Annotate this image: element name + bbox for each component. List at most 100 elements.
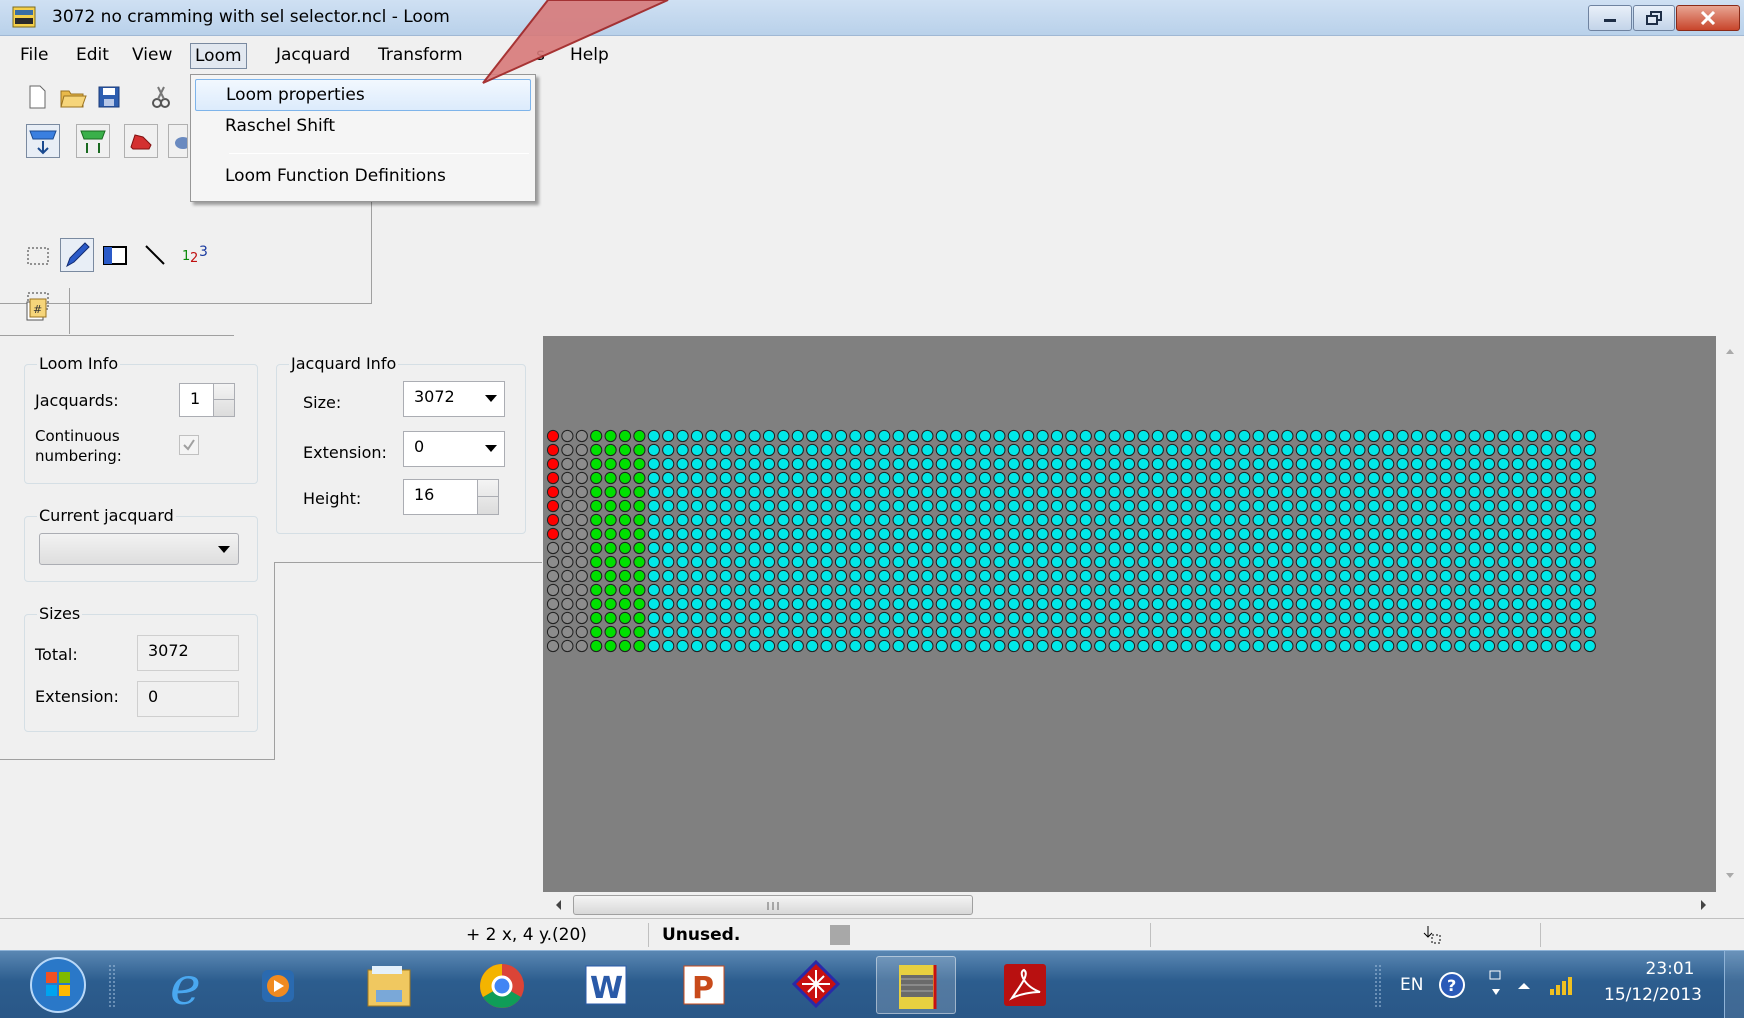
grid-cell-cyan[interactable] [1223, 569, 1236, 583]
grid-cell-cyan[interactable] [1468, 583, 1481, 597]
grid-cell-cyan[interactable] [1266, 499, 1280, 513]
grid-cell-cyan[interactable] [647, 625, 660, 639]
grid-cell-cyan[interactable] [1036, 625, 1049, 639]
grid-cell-cyan[interactable] [820, 527, 833, 541]
grid-cell-cyan[interactable] [1540, 443, 1553, 457]
grid-cell-cyan[interactable] [1238, 429, 1251, 443]
grid-cell-cyan[interactable] [1295, 457, 1308, 471]
grid-cell-cyan[interactable] [1151, 597, 1164, 611]
grid-cell-cyan[interactable] [1396, 597, 1409, 611]
grid-cell-cyan[interactable] [791, 443, 804, 457]
grid-cell-cyan[interactable] [1252, 611, 1265, 625]
grid-cell-cyan[interactable] [1266, 597, 1280, 611]
grid-cell-cyan[interactable] [719, 639, 732, 653]
loom-tool-1-button[interactable] [26, 124, 60, 158]
grid-cell-cyan[interactable] [1281, 541, 1294, 555]
grid-cell-cyan[interactable] [690, 541, 704, 555]
grid-cell-cyan[interactable] [734, 583, 747, 597]
grid-cell-cyan[interactable] [978, 541, 992, 555]
grid-cell-cyan[interactable] [1569, 457, 1582, 471]
grid-cell-cyan[interactable] [1497, 443, 1510, 457]
grid-cell-cyan[interactable] [863, 429, 876, 443]
grid-cell-cyan[interactable] [1540, 485, 1553, 499]
grid-cell-cyan[interactable] [806, 429, 819, 443]
grid-cell-cyan[interactable] [1526, 583, 1539, 597]
scroll-left-icon[interactable] [549, 892, 569, 918]
grid-cell-cyan[interactable] [1122, 457, 1136, 471]
grid-cell-cyan[interactable] [1468, 457, 1481, 471]
grid-cell-cyan[interactable] [1050, 569, 1064, 583]
grid-cell-cyan[interactable] [1468, 471, 1481, 485]
grid-cell-cyan[interactable] [1425, 485, 1438, 499]
grid-cell-cyan[interactable] [1036, 485, 1049, 499]
grid-cell-cyan[interactable] [762, 583, 776, 597]
grid-cell-cyan[interactable] [1382, 625, 1395, 639]
grid-cell-cyan[interactable] [1065, 457, 1078, 471]
grid-cell-cyan[interactable] [1050, 443, 1064, 457]
grid-cell-cyan[interactable] [1036, 471, 1049, 485]
grid-cell-cyan[interactable] [1497, 471, 1510, 485]
grid-cell-cyan[interactable] [1410, 611, 1424, 625]
grid-cell-cyan[interactable] [762, 457, 776, 471]
size-chevron-down-icon[interactable] [485, 395, 497, 402]
grid-cell-cyan[interactable] [993, 541, 1006, 555]
grid-cell-cyan[interactable] [647, 555, 660, 569]
grid-cell-cyan[interactable] [791, 527, 804, 541]
grid-cell-cyan[interactable] [1295, 625, 1308, 639]
grid-cell-cyan[interactable] [690, 555, 704, 569]
taskbar-word-button[interactable]: W [568, 956, 648, 1014]
grid-cell-cyan[interactable] [921, 429, 934, 443]
grid-cell-cyan[interactable] [863, 639, 876, 653]
grid-cell-cyan[interactable] [1209, 541, 1222, 555]
grid-cell-cyan[interactable] [734, 485, 747, 499]
clock-time[interactable]: 23:01 [1632, 959, 1708, 979]
grid-cell-cyan[interactable] [1007, 583, 1020, 597]
grid-cell-cyan[interactable] [863, 471, 876, 485]
grid-cell-cyan[interactable] [863, 527, 876, 541]
grid-cell-cyan[interactable] [1454, 639, 1467, 653]
grid-cell-green[interactable] [604, 611, 617, 625]
grid-cell-cyan[interactable] [935, 527, 948, 541]
grid-cell-cyan[interactable] [1511, 513, 1524, 527]
grid-cell-green[interactable] [604, 555, 617, 569]
grid-cell-cyan[interactable] [820, 457, 833, 471]
grid-cell-cyan[interactable] [1310, 597, 1323, 611]
grid-cell-cyan[interactable] [906, 457, 920, 471]
grid-cell-cyan[interactable] [791, 471, 804, 485]
grid-cell-cyan[interactable] [849, 429, 862, 443]
grid-cell-cyan[interactable] [863, 583, 876, 597]
grid-cell-cyan[interactable] [748, 443, 761, 457]
grid-cell-cyan[interactable] [719, 457, 732, 471]
grid-cell-cyan[interactable] [1439, 457, 1452, 471]
grid-cell-cyan[interactable] [978, 457, 992, 471]
grid-cell-cyan[interactable] [1382, 471, 1395, 485]
grid-cell-red[interactable] [546, 429, 560, 443]
current-jacquard-select[interactable] [39, 533, 239, 565]
grid-cell-cyan[interactable] [1526, 597, 1539, 611]
clock-date[interactable]: 15/12/2013 [1604, 985, 1702, 1005]
grid-cell-cyan[interactable] [690, 639, 704, 653]
grid-cell-green[interactable] [618, 499, 632, 513]
grid-cell-cyan[interactable] [834, 527, 848, 541]
taskbar-ie-button[interactable]: e [150, 956, 230, 1017]
grid-cell-cyan[interactable] [820, 471, 833, 485]
grid-cell-cyan[interactable] [676, 639, 689, 653]
grid-cell-cyan[interactable] [705, 485, 718, 499]
grid-cell-cyan[interactable] [1007, 625, 1020, 639]
grid-cell-cyan[interactable] [1396, 499, 1409, 513]
grid-cell-cyan[interactable] [1108, 611, 1121, 625]
grid-cell-cyan[interactable] [978, 597, 992, 611]
open-file-button[interactable] [58, 82, 88, 112]
grid-cell-gray[interactable] [561, 499, 574, 513]
scroll-up-icon[interactable] [1716, 340, 1744, 360]
grid-cell-cyan[interactable] [1482, 457, 1496, 471]
grid-cell-cyan[interactable] [1050, 597, 1064, 611]
grid-cell-cyan[interactable] [1382, 541, 1395, 555]
grid-cell-cyan[interactable] [777, 485, 790, 499]
grid-cell-cyan[interactable] [1266, 555, 1280, 569]
grid-cell-cyan[interactable] [719, 499, 732, 513]
grid-cell-cyan[interactable] [1022, 513, 1035, 527]
grid-cell-cyan[interactable] [719, 471, 732, 485]
grid-cell-cyan[interactable] [1569, 611, 1582, 625]
grid-cell-cyan[interactable] [1238, 541, 1251, 555]
